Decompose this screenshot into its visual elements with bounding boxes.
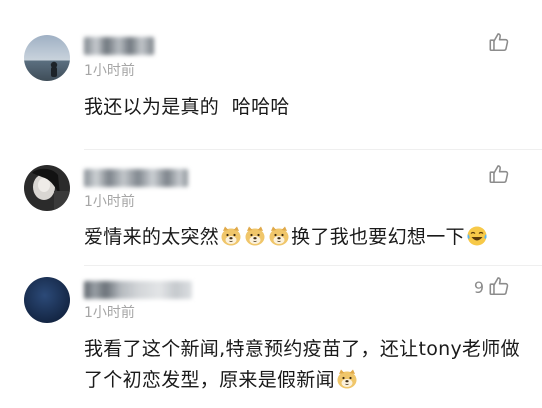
comment-text: 爱情来的太突然 换了我也要幻想一下 [84,222,524,253]
avatar[interactable] [24,165,70,211]
like-button[interactable] [484,33,510,55]
username-blurred[interactable] [84,169,188,187]
username-blurred[interactable] [84,37,154,55]
avatar[interactable] [24,35,70,81]
comment-item: 1小时前 我看了这个新闻,特意预约疫苗了，还让tony老师做了个初恋发型，原来是… [0,266,542,408]
avatar[interactable] [24,277,70,323]
comment-item: 1小时前 爱情来的太突然 换了我也要幻想一下 [0,150,542,266]
comment-text-part: 我看了这个新闻,特意预约疫苗了，还让tony老师做了个初恋发型，原来是假新闻 [84,338,520,391]
comment-time: 1小时前 [84,63,135,79]
like-count: 9 [473,278,484,297]
comment-text: 我看了这个新闻,特意预约疫苗了，还让tony老师做了个初恋发型，原来是假新闻 [84,334,520,396]
comment-text-part: 我还以为是真的 哈哈哈 [84,96,290,118]
comment-time: 1小时前 [84,194,135,210]
comment-item: 1小时前 我还以为是真的 哈哈哈 [0,0,542,150]
comment-text: 我还以为是真的 哈哈哈 [84,92,524,123]
like-button[interactable] [484,165,510,187]
comment-text-part: 换了我也要幻想一下 [291,226,465,248]
doge-emoji-icon [268,225,290,247]
doge-emoji-icon [220,225,242,247]
comment-time: 1小时前 [84,305,135,321]
thumbs-up-outline-icon [488,163,510,189]
comment-list: 1小时前 我还以为是真的 哈哈哈 1小时前 爱情来的太突然 换了我也要幻想一下 … [0,0,542,408]
doge-emoji-icon [244,225,266,247]
doge-emoji-icon [336,368,358,390]
laugh-cry-emoji-icon [466,225,488,247]
like-button[interactable]: 9 [474,277,510,299]
username-blurred[interactable] [84,281,192,299]
thumbs-up-outline-icon [488,275,510,301]
comment-text-part: 爱情来的太突然 [84,226,220,248]
thumbs-up-outline-icon [488,31,510,57]
